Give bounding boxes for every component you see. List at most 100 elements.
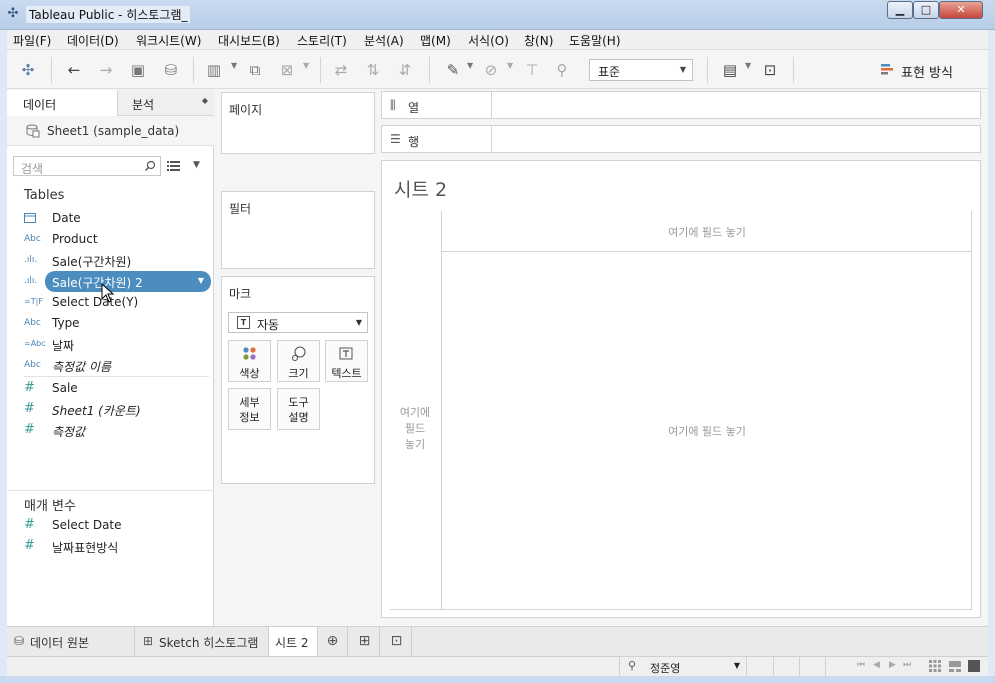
undo-icon[interactable]: ← — [64, 60, 84, 80]
sort-ascending-icon[interactable]: ⇅ — [363, 60, 383, 80]
menu-worksheet[interactable]: 워크시트(W) — [136, 32, 201, 49]
tooltip-button[interactable]: 도구 설명 — [277, 388, 320, 430]
menu-window[interactable]: 창(N) — [524, 32, 553, 49]
menu-format[interactable]: 서식(O) — [468, 32, 509, 49]
show-labels-icon[interactable]: ⊤ — [522, 60, 542, 80]
field-item[interactable]: # Sale — [7, 378, 214, 399]
show-cards-icon[interactable]: ▤ — [720, 60, 740, 80]
new-datasource-icon[interactable]: ⛁ — [161, 60, 181, 80]
field-label: Sheet1 (카운트) — [52, 404, 141, 418]
fit-select[interactable]: 표준 ▼ — [589, 59, 693, 81]
menu-data[interactable]: 데이터(D) — [67, 32, 119, 49]
parameter-item[interactable]: # 날짜표현방식 — [7, 536, 214, 557]
selected-field-pill[interactable]: Sale(구간차원) 2 ▼ — [45, 271, 211, 292]
tableau-icon[interactable]: ✣ — [18, 60, 38, 80]
close-button[interactable]: ✕ — [939, 1, 983, 19]
tableau-logo-icon: ✣ — [7, 6, 19, 21]
field-label: 측정값 — [52, 425, 86, 439]
tab-data[interactable]: 데이터 — [7, 90, 117, 116]
highlight-icon[interactable]: ✎ — [443, 60, 463, 80]
swap-rows-columns-icon[interactable]: ⇄ — [331, 60, 351, 80]
field-item[interactable]: # Sheet1 (카운트) — [7, 399, 214, 420]
marks-type-select[interactable]: T 자동 ▼ — [228, 312, 368, 333]
tab-sheet-active[interactable]: 시트 2 — [269, 627, 318, 656]
chevron-down-icon[interactable]: ▼ — [198, 276, 204, 285]
database-icon: ⛁ — [14, 634, 25, 648]
previous-page-icon[interactable]: ◀ — [873, 660, 880, 670]
text-button[interactable]: 텍스트 — [325, 340, 368, 382]
number-type-icon: # — [24, 422, 35, 437]
drop-zone-view[interactable]: 여기에 필드 놓기 — [442, 423, 972, 439]
tab-sheet[interactable]: ⊞ Sketch 히스토그램 — [135, 627, 269, 656]
parameter-item[interactable]: # Select Date — [7, 515, 214, 536]
size-button[interactable]: 크기 — [277, 340, 320, 382]
redo-icon[interactable]: → — [96, 60, 116, 80]
presentation-mode-icon[interactable]: ⊡ — [760, 60, 780, 80]
field-item[interactable]: Abc 측정값 이름 — [7, 355, 214, 376]
sort-descending-icon[interactable]: ⇵ — [395, 60, 415, 80]
user-menu[interactable]: ⚲ 정준영 ▼ — [619, 657, 747, 676]
field-item[interactable]: Abc Product — [7, 229, 214, 250]
search-input[interactable]: 검색 — [13, 156, 161, 176]
status-bar: ⚲ 정준영 ▼ ⏮ ◀ ▶ ⏭ — [7, 656, 988, 676]
view-right-line — [971, 211, 972, 609]
next-page-icon[interactable]: ▶ — [889, 660, 896, 670]
save-icon[interactable]: ▣ — [128, 60, 148, 80]
duplicate-sheet-icon[interactable]: ⧉ — [245, 60, 265, 80]
filters-card-title: 필터 — [229, 202, 252, 216]
show-me-button[interactable]: 표현 방식 — [881, 60, 971, 81]
view-bottom-line — [390, 609, 972, 610]
menu-story[interactable]: 스토리(T) — [297, 32, 347, 49]
new-dashboard-icon[interactable]: ⊞ — [350, 627, 380, 656]
columns-shelf[interactable]: ⫼ 열 — [381, 91, 981, 119]
color-button[interactable]: 색상 — [228, 340, 271, 382]
field-item[interactable]: Date — [7, 208, 214, 229]
last-page-icon[interactable]: ⏭ — [903, 660, 911, 670]
group-icon[interactable]: ⊘ — [481, 60, 501, 80]
first-page-icon[interactable]: ⏮ — [857, 660, 865, 670]
drop-zone-rows[interactable]: 여기에 필드 놓기 — [390, 405, 440, 453]
tab-analysis[interactable]: 분석 ◆ — [117, 90, 214, 116]
new-story-icon[interactable]: ⊡ — [382, 627, 412, 656]
show-cards-caret-icon[interactable]: ▼ — [745, 61, 751, 70]
fix-axes-icon[interactable]: ⚲ — [552, 60, 572, 80]
menu-map[interactable]: 맵(M) — [420, 32, 451, 49]
text-icon — [339, 347, 353, 360]
sheet-title[interactable]: 시트 2 — [394, 175, 447, 202]
field-item[interactable]: Abc Type — [7, 313, 214, 334]
menu-dashboard[interactable]: 대시보드(B) — [218, 32, 280, 49]
status-cell — [748, 657, 774, 676]
new-worksheet-caret-icon[interactable]: ▼ — [231, 61, 237, 70]
detail-button[interactable]: 세부 정보 — [228, 388, 271, 430]
single-view-icon[interactable] — [968, 660, 980, 672]
filters-card[interactable]: 필터 — [221, 191, 375, 269]
pages-card[interactable]: 페이지 — [221, 92, 375, 154]
menu-file[interactable]: 파일(F) — [13, 32, 51, 49]
field-item[interactable]: .ılı. Sale(구간차원) — [7, 250, 214, 271]
fit-select-value: 표준 — [598, 65, 621, 79]
field-item[interactable]: =Abc 날짜 — [7, 334, 214, 355]
chevron-down-icon[interactable]: ▼ — [193, 160, 200, 170]
view-canvas[interactable]: 시트 2 여기에 필드 놓기 여기에 필드 놓기 여기에 필드 놓기 — [381, 160, 981, 618]
toolbar: ✣ ← → ▣ ⛁ ▥ ▼ ⧉ ⊠ ▼ ⇄ ⇅ ⇵ ✎ ▼ ⊘ ▼ ⊤ ⚲ 표준… — [7, 51, 988, 89]
maximize-button[interactable]: □ — [913, 1, 939, 19]
tab-datasource[interactable]: ⛁ 데이터 원본 — [7, 627, 135, 656]
menu-analysis[interactable]: 분석(A) — [364, 32, 404, 49]
filmstrip-view-icon[interactable] — [949, 660, 961, 672]
rows-shelf[interactable]: ☰ 행 — [381, 125, 981, 153]
grid-view-icon[interactable] — [929, 660, 941, 672]
highlight-caret-icon[interactable]: ▼ — [467, 61, 473, 70]
drop-zone-columns[interactable]: 여기에 필드 놓기 — [442, 224, 972, 240]
clear-sheet-caret-icon[interactable]: ▼ — [303, 61, 309, 70]
new-worksheet-icon[interactable]: ▥ — [204, 60, 224, 80]
new-worksheet-icon[interactable]: ⊕ — [318, 627, 348, 656]
field-item[interactable]: # 측정값 — [7, 420, 214, 441]
list-view-icon[interactable] — [167, 159, 181, 173]
group-caret-icon[interactable]: ▼ — [507, 61, 513, 70]
datasource-row[interactable]: Sheet1 (sample_data) — [7, 116, 214, 146]
clear-sheet-icon[interactable]: ⊠ — [277, 60, 297, 80]
string-type-icon: Abc — [24, 318, 41, 328]
chevron-down-icon: ▼ — [733, 661, 740, 670]
menu-help[interactable]: 도움말(H) — [569, 32, 621, 49]
minimize-button[interactable]: ▁ — [887, 1, 913, 19]
